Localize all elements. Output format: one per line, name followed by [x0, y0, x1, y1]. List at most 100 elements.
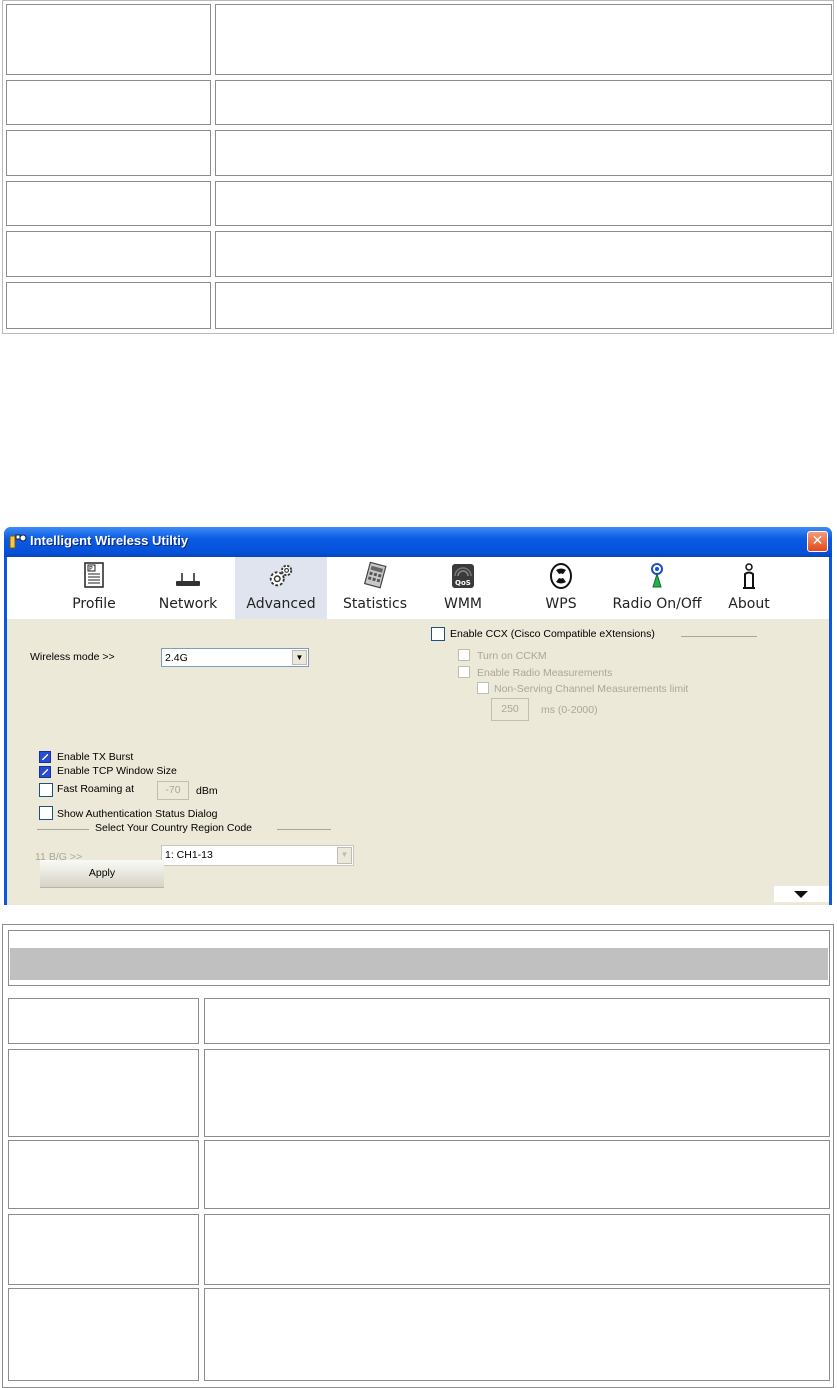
about-icon	[743, 563, 755, 589]
advanced-panel: Wireless mode >> 2.4G ▼ Enable TX Burst …	[7, 619, 829, 905]
table-header-row	[8, 930, 830, 986]
fast-roaming-label: Fast Roaming at	[57, 783, 135, 795]
close-icon: ✕	[811, 533, 824, 549]
table-cell	[215, 4, 832, 75]
chevron-down-icon[interactable]: ▼	[337, 847, 352, 864]
advanced-gears-icon	[269, 564, 293, 587]
group-divider	[277, 829, 331, 830]
window-title: Intelligent Wireless Utiltiy	[30, 533, 189, 548]
table-cell	[8, 1288, 199, 1381]
tab-label: About	[728, 596, 770, 612]
tab-radio-on-off[interactable]: Radio On/Off	[605, 557, 709, 619]
profile-icon: P	[84, 562, 104, 588]
main-toolbar: P Profile Network Advanced Statistics Qo…	[7, 557, 829, 619]
tab-statistics[interactable]: Statistics	[335, 557, 415, 619]
tab-profile[interactable]: P Profile	[62, 557, 126, 619]
enable-ccx-checkbox[interactable]	[431, 627, 445, 641]
table-cell	[204, 1140, 830, 1209]
enable-tcp-window-label: Enable TCP Window Size	[57, 765, 177, 777]
group-divider	[37, 829, 89, 830]
table-cell	[215, 181, 832, 226]
table-row	[6, 282, 832, 329]
fast-roaming-checkbox[interactable]	[39, 783, 53, 797]
table-cell	[6, 130, 211, 176]
table-row	[6, 4, 832, 75]
table-cell	[8, 1140, 199, 1209]
tab-label: Radio On/Off	[612, 596, 702, 612]
country-region-select[interactable]: 1: CH1-13 ▼	[161, 845, 354, 866]
enable-tx-burst-checkbox[interactable]	[39, 751, 51, 763]
table-cell	[215, 231, 832, 277]
table-row	[6, 130, 832, 176]
tab-label: Network	[158, 596, 218, 612]
bottom-table	[2, 924, 834, 1388]
tab-label: Advanced	[246, 596, 316, 612]
fast-roaming-threshold-input[interactable]: -70	[157, 781, 189, 800]
tab-wps[interactable]: WPS	[529, 557, 593, 619]
tab-advanced[interactable]: Advanced	[235, 557, 327, 619]
table-cell	[8, 1214, 199, 1285]
table-cell	[6, 231, 211, 277]
region-value: 1: CH1-13	[165, 849, 213, 861]
radio-measurements-checkbox[interactable]	[458, 666, 470, 678]
table-row	[6, 231, 832, 277]
wmm-qos-icon: QoS	[452, 564, 474, 588]
table-cell	[6, 282, 211, 329]
table-row	[6, 181, 832, 226]
close-button[interactable]: ✕	[807, 531, 828, 552]
table-cell	[8, 998, 199, 1044]
table-cell	[204, 1049, 830, 1137]
table-cell	[215, 130, 832, 176]
table-cell	[204, 1214, 830, 1285]
apply-button[interactable]: Apply	[40, 860, 164, 888]
table-cell	[215, 80, 832, 125]
radio-measurements-label: Enable Radio Measurements	[477, 667, 613, 679]
table-cell	[215, 282, 832, 329]
measurement-limit-input[interactable]: 250	[491, 698, 529, 721]
tab-label: Statistics	[343, 596, 407, 612]
tab-label: WMM	[443, 596, 482, 612]
network-icon	[176, 573, 200, 586]
table-cell	[204, 998, 830, 1044]
title-bar[interactable]: Intelligent Wireless Utiltiy ✕	[4, 527, 832, 557]
table-row	[6, 80, 832, 125]
non-serving-channel-checkbox[interactable]	[477, 682, 489, 694]
cckm-label: Turn on CCKM	[477, 650, 547, 662]
enable-tcp-window-checkbox[interactable]	[39, 766, 51, 778]
svg-text:P: P	[89, 566, 93, 573]
table-cell	[204, 1288, 830, 1381]
table-row	[8, 1288, 830, 1381]
wps-icon	[550, 563, 572, 589]
tab-about[interactable]: About	[723, 557, 775, 619]
table-cell	[6, 80, 211, 125]
app-icon	[9, 534, 27, 549]
scroll-down-button[interactable]	[774, 886, 829, 902]
wireless-mode-label: Wireless mode >>	[30, 651, 115, 663]
show-auth-dialog-checkbox[interactable]	[39, 806, 53, 820]
radio-antenna-icon	[651, 563, 663, 588]
tab-label: Profile	[72, 596, 116, 612]
table-cell	[8, 1049, 199, 1137]
non-serving-channel-label: Non-Serving Channel Measurements limit	[494, 683, 689, 695]
wireless-mode-select[interactable]: 2.4G ▼	[161, 648, 309, 667]
country-region-header: Select Your Country Region Code	[95, 822, 253, 834]
svg-text:QoS: QoS	[455, 579, 471, 587]
table-row	[8, 1049, 830, 1137]
show-auth-dialog-label: Show Authentication Status Dialog	[57, 808, 218, 820]
tab-wmm[interactable]: QoS WMM	[432, 557, 494, 619]
dbm-unit-label: dBm	[196, 785, 218, 797]
top-table	[2, 0, 834, 334]
table-row	[8, 1214, 830, 1285]
table-row	[8, 998, 830, 1044]
group-divider	[681, 636, 757, 637]
table-cell	[6, 4, 211, 75]
tab-network[interactable]: Network	[152, 557, 224, 619]
table-header-band	[10, 948, 828, 980]
chevron-down-icon[interactable]: ▼	[292, 650, 307, 665]
cckm-checkbox[interactable]	[458, 649, 470, 661]
app-window: Intelligent Wireless Utiltiy ✕ P Profile	[4, 527, 832, 905]
table-row	[8, 1140, 830, 1209]
tab-label: WPS	[545, 596, 577, 612]
wireless-mode-value: 2.4G	[165, 652, 188, 664]
statistics-icon	[363, 561, 387, 589]
